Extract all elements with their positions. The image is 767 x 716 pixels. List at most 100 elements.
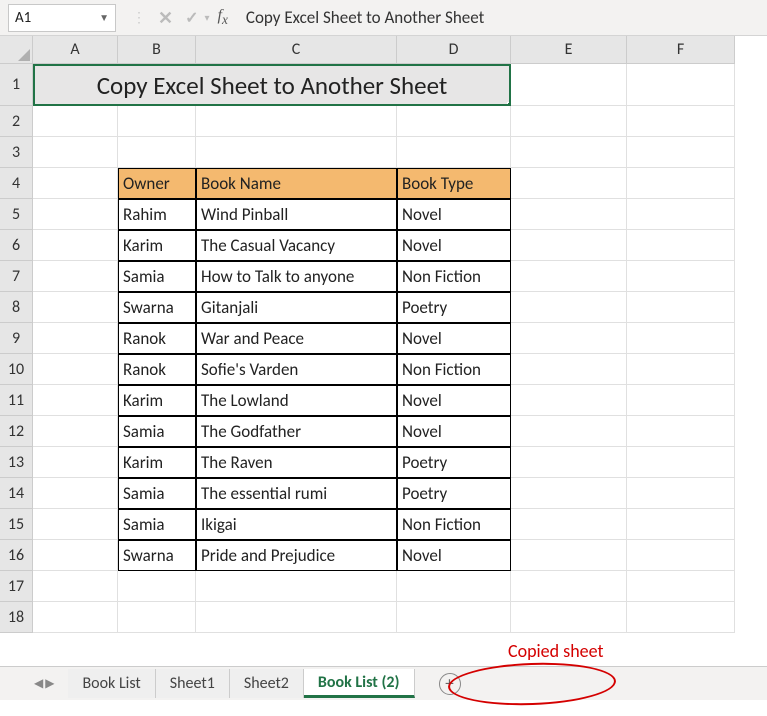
cell-A5[interactable] [33,199,118,230]
row-header-10[interactable]: 10 [0,354,33,385]
selection-handle[interactable] [507,102,511,106]
chevron-down-icon[interactable]: ▼ [99,11,109,24]
cell-A7[interactable] [33,261,118,292]
row-header-15[interactable]: 15 [0,509,33,540]
cell-D2[interactable] [397,106,511,137]
column-header-C[interactable]: C [196,36,397,64]
cell-F1[interactable] [627,64,735,106]
cell-F6[interactable] [627,230,735,261]
cell-B3[interactable] [118,137,196,168]
cell-A3[interactable] [33,137,118,168]
cell-A4[interactable] [33,168,118,199]
cell-E2[interactable] [511,106,627,137]
row-header-9[interactable]: 9 [0,323,33,354]
cell-E1[interactable] [511,64,627,106]
table-cell-book-type[interactable]: Novel [397,385,511,416]
row-header-11[interactable]: 11 [0,385,33,416]
cell-A16[interactable] [33,540,118,571]
table-cell-owner[interactable]: Karim [118,447,196,478]
row-header-13[interactable]: 13 [0,447,33,478]
column-header-F[interactable]: F [627,36,735,64]
cell-F4[interactable] [627,168,735,199]
cell-F16[interactable] [627,540,735,571]
table-cell-book-type[interactable]: Novel [397,323,511,354]
row-header-7[interactable]: 7 [0,261,33,292]
table-cell-book-type[interactable]: Novel [397,540,511,571]
table-cell-book-type[interactable]: Non Fiction [397,354,511,385]
cell-F13[interactable] [627,447,735,478]
table-cell-book-name[interactable]: Wind Pinball [196,199,397,230]
tab-nav-arrows[interactable]: ◀▶ [34,676,54,691]
cell-A8[interactable] [33,292,118,323]
cell-F14[interactable] [627,478,735,509]
table-cell-book-name[interactable]: Pride and Prejudice [196,540,397,571]
cell-D17[interactable] [397,571,511,602]
formula-bar-input[interactable]: Copy Excel Sheet to Another Sheet [246,7,484,28]
row-header-17[interactable]: 17 [0,571,33,602]
column-header-D[interactable]: D [397,36,511,64]
cell-E13[interactable] [511,447,627,478]
cell-F2[interactable] [627,106,735,137]
name-box[interactable]: A1 ▼ [8,4,116,32]
cell-F17[interactable] [627,571,735,602]
table-cell-book-name[interactable]: How to Talk to anyone [196,261,397,292]
table-cell-owner[interactable]: Samia [118,261,196,292]
cell-C3[interactable] [196,137,397,168]
cell-E16[interactable] [511,540,627,571]
table-cell-book-type[interactable]: Novel [397,416,511,447]
cell-C18[interactable] [196,602,397,633]
cell-E17[interactable] [511,571,627,602]
column-header-E[interactable]: E [511,36,627,64]
column-header-B[interactable]: B [118,36,196,64]
cell-B2[interactable] [118,106,196,137]
cell-D18[interactable] [397,602,511,633]
cell-E11[interactable] [511,385,627,416]
table-cell-book-name[interactable]: The Godfather [196,416,397,447]
sheet-tab[interactable]: Sheet1 [156,669,230,698]
sheet-tab[interactable]: Sheet2 [230,669,304,698]
cell-E10[interactable] [511,354,627,385]
table-cell-owner[interactable]: Rahim [118,199,196,230]
table-cell-book-name[interactable]: Sofie's Varden [196,354,397,385]
cell-E18[interactable] [511,602,627,633]
cell-B17[interactable] [118,571,196,602]
cell-F5[interactable] [627,199,735,230]
table-cell-book-type[interactable]: Poetry [397,292,511,323]
table-cell-book-name[interactable]: Ikigai [196,509,397,540]
cell-A10[interactable] [33,354,118,385]
row-header-6[interactable]: 6 [0,230,33,261]
row-header-5[interactable]: 5 [0,199,33,230]
cell-A14[interactable] [33,478,118,509]
cell-F10[interactable] [627,354,735,385]
cell-F18[interactable] [627,602,735,633]
cell-D3[interactable] [397,137,511,168]
cell-A17[interactable] [33,571,118,602]
row-header-16[interactable]: 16 [0,540,33,571]
table-cell-book-name[interactable]: The Casual Vacancy [196,230,397,261]
cell-A2[interactable] [33,106,118,137]
table-cell-owner[interactable]: Karim [118,385,196,416]
table-cell-owner[interactable]: Samia [118,509,196,540]
cell-C17[interactable] [196,571,397,602]
table-header-book-name[interactable]: Book Name [196,168,397,199]
sheet-tab[interactable]: Book List [68,669,155,698]
cell-E3[interactable] [511,137,627,168]
column-header-A[interactable]: A [33,36,118,64]
row-header-4[interactable]: 4 [0,168,33,199]
cell-A6[interactable] [33,230,118,261]
cell-E6[interactable] [511,230,627,261]
table-cell-book-name[interactable]: The Lowland [196,385,397,416]
cell-B18[interactable] [118,602,196,633]
cell-E5[interactable] [511,199,627,230]
table-header-book-type[interactable]: Book Type [397,168,511,199]
table-cell-book-name[interactable]: The essential rumi [196,478,397,509]
cell-A18[interactable] [33,602,118,633]
cell-F15[interactable] [627,509,735,540]
row-header-8[interactable]: 8 [0,292,33,323]
table-cell-book-type[interactable]: Novel [397,199,511,230]
cell-C2[interactable] [196,106,397,137]
cell-E14[interactable] [511,478,627,509]
row-header-12[interactable]: 12 [0,416,33,447]
row-header-1[interactable]: 1 [0,64,33,106]
table-cell-book-type[interactable]: Non Fiction [397,261,511,292]
